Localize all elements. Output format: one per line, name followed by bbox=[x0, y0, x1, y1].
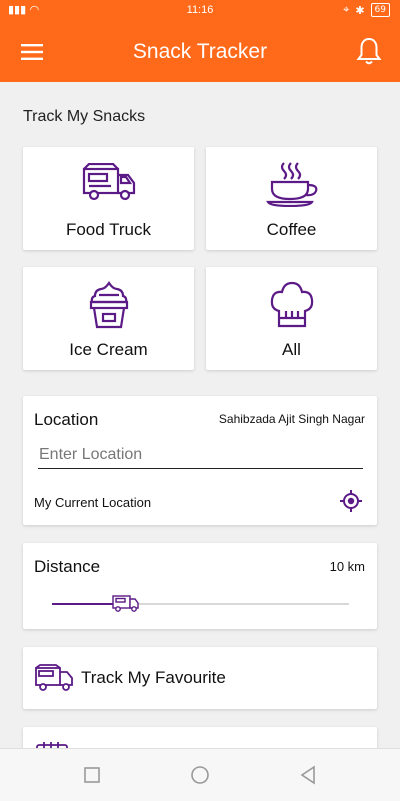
location-label: Location bbox=[34, 410, 99, 429]
category-all[interactable]: All bbox=[206, 267, 377, 370]
track-favourite-card[interactable]: Track My Favourite bbox=[23, 647, 377, 709]
distance-card: Distance 10 km bbox=[23, 543, 377, 629]
bluetooth-icon: ✱ bbox=[355, 3, 365, 17]
main-content: Track My Snacks Food Truck Coffee Ice Cr… bbox=[0, 82, 400, 748]
distance-label: Distance bbox=[34, 557, 101, 576]
coffee-cup-icon bbox=[265, 162, 317, 207]
food-truck-slider-thumb-icon[interactable] bbox=[112, 593, 140, 613]
notification-bell-icon[interactable] bbox=[356, 36, 382, 66]
calendar-icon bbox=[36, 742, 68, 748]
status-bar: ▮▮▮ ◠ 11:16 ⌖ ✱ 69 bbox=[0, 0, 400, 22]
section-title: Track My Snacks bbox=[23, 108, 146, 125]
location-value: Sahibzada Ajit Singh Nagar bbox=[218, 412, 365, 426]
home-icon[interactable] bbox=[189, 764, 211, 786]
distance-value: 10 km bbox=[329, 559, 365, 574]
food-truck-icon bbox=[35, 664, 73, 691]
track-favourite-label: Track My Favourite bbox=[81, 668, 226, 687]
distance-slider[interactable] bbox=[52, 595, 349, 612]
ice-cream-icon bbox=[89, 281, 128, 329]
location-input[interactable] bbox=[38, 442, 363, 469]
system-nav-bar bbox=[0, 748, 400, 801]
chef-hat-icon bbox=[270, 281, 313, 328]
gps-target-icon[interactable] bbox=[339, 489, 363, 513]
category-coffee[interactable]: Coffee bbox=[206, 147, 377, 250]
status-right: ⌖ ✱ 69 bbox=[343, 3, 390, 17]
recent-apps-icon[interactable] bbox=[81, 764, 103, 786]
app-bar: Snack Tracker bbox=[0, 22, 400, 82]
food-truck-icon bbox=[82, 163, 135, 201]
app-title: Snack Tracker bbox=[132, 40, 268, 63]
next-card-partial[interactable] bbox=[23, 727, 377, 748]
category-label: All bbox=[282, 340, 301, 359]
location-status-icon: ⌖ bbox=[343, 3, 350, 16]
back-icon[interactable] bbox=[297, 764, 319, 786]
battery-indicator: 69 bbox=[370, 3, 390, 17]
category-food-truck[interactable]: Food Truck bbox=[23, 147, 194, 250]
status-time: 11:16 bbox=[186, 4, 214, 16]
location-card: Location Sahibzada Ajit Singh Nagar My C… bbox=[23, 396, 377, 525]
category-ice-cream[interactable]: Ice Cream bbox=[23, 267, 194, 370]
current-location-label[interactable]: My Current Location bbox=[34, 495, 151, 510]
category-label: Food Truck bbox=[65, 220, 152, 239]
category-label: Ice Cream bbox=[69, 340, 148, 359]
category-label: Coffee bbox=[266, 220, 317, 239]
